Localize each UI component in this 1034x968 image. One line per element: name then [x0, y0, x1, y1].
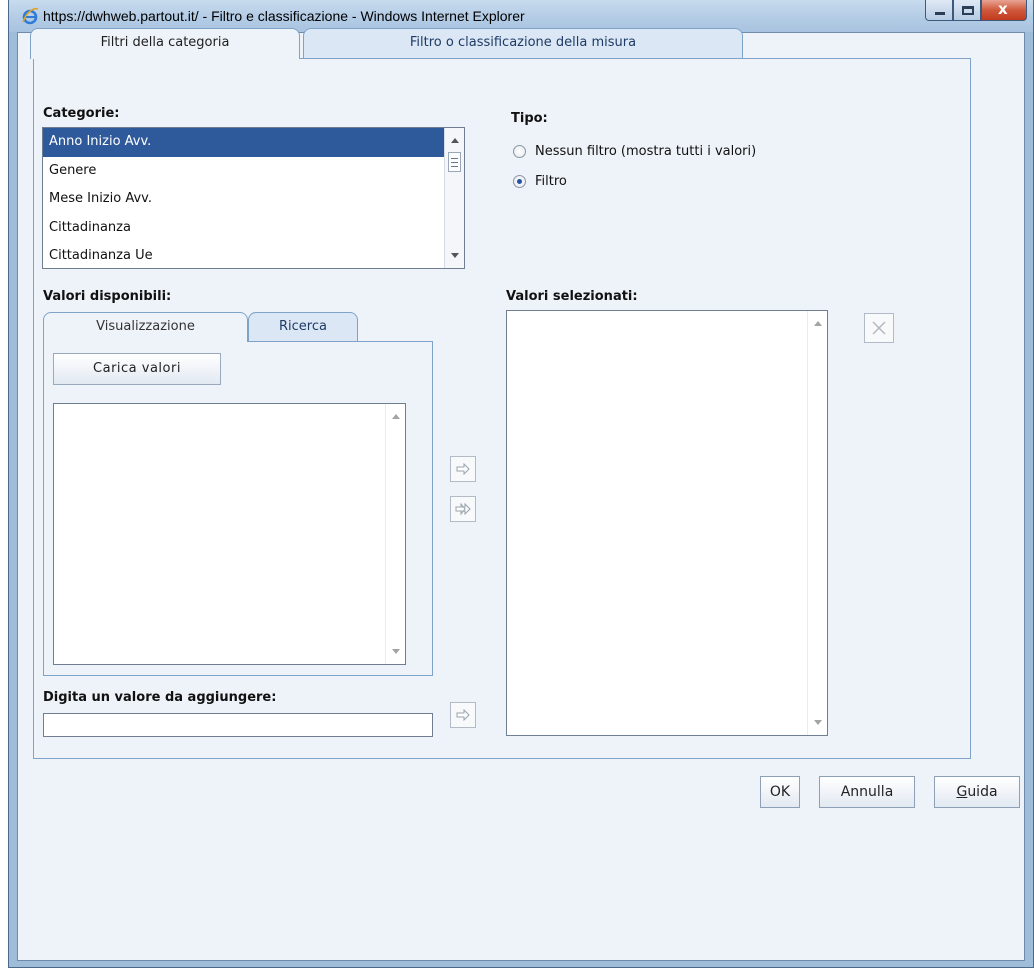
add-selected-button[interactable]	[450, 456, 476, 482]
type-label: Tipo:	[511, 111, 548, 126]
add-all-button[interactable]	[450, 496, 476, 522]
radio-no-filter-label: Nessun filtro (mostra tutti i valori)	[535, 144, 757, 159]
selected-values-label: Valori selezionati:	[506, 289, 638, 304]
scroll-thumb[interactable]	[448, 152, 461, 172]
maximize-icon	[962, 6, 974, 15]
double-arrow-right-icon	[455, 503, 471, 515]
categories-scrollbar[interactable]	[444, 128, 464, 268]
scroll-down-icon[interactable]	[814, 720, 822, 725]
close-window-button[interactable]: x	[981, 0, 1027, 21]
radio-unchecked-icon[interactable]	[513, 145, 526, 158]
available-values-listbox[interactable]	[53, 403, 406, 665]
scroll-down-icon[interactable]	[451, 253, 459, 258]
minimize-button[interactable]	[925, 0, 953, 21]
scroll-up-icon[interactable]	[814, 321, 822, 326]
selected-values-scrollbar[interactable]	[807, 311, 827, 735]
list-item[interactable]: Mese Inizio Avv.	[43, 185, 464, 214]
window-title: https://dwhweb.partout.it/ - Filtro e cl…	[43, 8, 525, 24]
remove-selected-button[interactable]	[864, 313, 894, 343]
cancel-button[interactable]: Annulla	[819, 776, 915, 808]
tab-search[interactable]: Ricerca	[248, 312, 358, 341]
selected-values-listbox[interactable]	[506, 310, 828, 736]
categories-label: Categorie:	[43, 106, 120, 121]
radio-filter-label: Filtro	[535, 174, 567, 189]
minimize-icon	[935, 12, 945, 15]
help-label-rest: uida	[967, 784, 998, 800]
close-icon: x	[998, 0, 1008, 18]
manual-entry-label: Digita un valore da aggiungere:	[43, 690, 277, 705]
help-mnemonic: G	[956, 784, 968, 800]
internet-explorer-icon	[22, 7, 39, 25]
load-values-button[interactable]: Carica valori	[53, 353, 221, 385]
arrow-right-icon	[456, 709, 470, 721]
available-values-label: Valori disponibili:	[43, 289, 172, 304]
help-button[interactable]: Guida	[934, 776, 1020, 808]
manual-entry-input[interactable]	[43, 713, 433, 737]
list-item[interactable]: Cittadinanza Ue	[43, 242, 464, 268]
arrow-right-icon	[456, 463, 470, 475]
radio-filter[interactable]: Filtro	[513, 174, 567, 189]
scroll-up-icon[interactable]	[451, 138, 459, 143]
tab-measure-filter[interactable]: Filtro o classificazione della misura	[303, 28, 743, 58]
ok-button[interactable]: OK	[760, 776, 800, 808]
tab-category-filters[interactable]: Filtri della categoria	[30, 28, 300, 59]
categories-listbox[interactable]: Anno Inizio Avv. Genere Mese Inizio Avv.…	[42, 127, 465, 269]
window-controls: x	[925, 0, 1027, 21]
list-item[interactable]: Cittadinanza	[43, 214, 464, 243]
add-typed-value-button[interactable]	[450, 702, 476, 728]
list-item[interactable]: Anno Inizio Avv.	[43, 128, 464, 157]
list-item[interactable]: Genere	[43, 157, 464, 186]
remove-x-icon	[872, 321, 886, 335]
scroll-down-icon[interactable]	[392, 649, 400, 654]
maximize-button[interactable]	[953, 0, 981, 21]
scroll-up-icon[interactable]	[392, 414, 400, 419]
radio-checked-icon[interactable]	[513, 175, 526, 188]
tab-view[interactable]: Visualizzazione	[43, 312, 248, 342]
radio-no-filter[interactable]: Nessun filtro (mostra tutti i valori)	[513, 144, 756, 159]
available-values-scrollbar[interactable]	[385, 404, 405, 664]
